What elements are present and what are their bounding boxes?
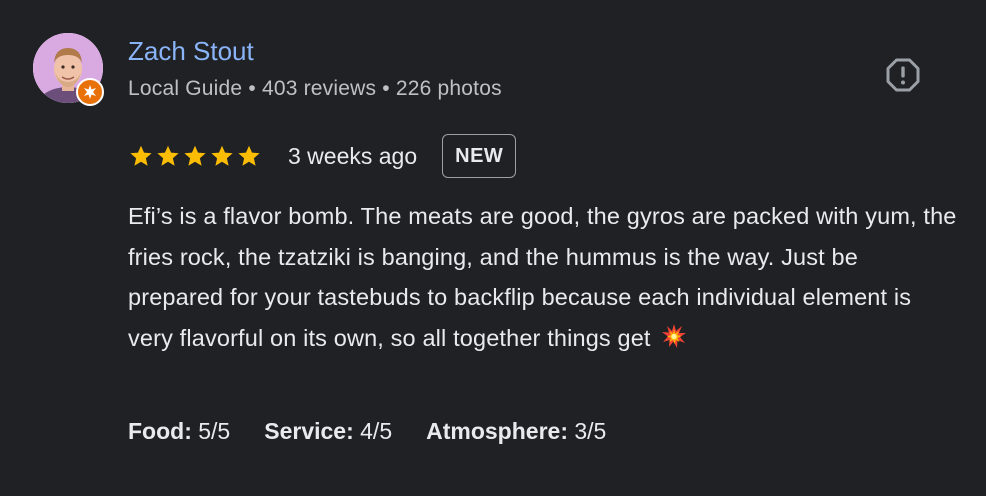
meta-separator: • (382, 77, 390, 100)
sub-rating-label: Food: (128, 418, 192, 444)
sub-ratings: Food: 5/5 Service: 4/5 Atmosphere: 3/5 (128, 418, 640, 445)
review-time: 3 weeks ago (288, 142, 418, 169)
sub-rating-item: Service: 4/5 (264, 418, 392, 445)
reviewer-meta: Local Guide • 403 reviews • 226 photos (128, 77, 502, 101)
collision-emoji-icon (661, 321, 687, 362)
reviewer-level: Local Guide (128, 77, 243, 100)
review-text: Efi’s is a flavor bomb. The meats are go… (128, 203, 957, 351)
star-icon (238, 145, 260, 166)
meta-separator: • (248, 77, 256, 100)
reviews-count: 403 reviews (261, 77, 377, 100)
sub-rating-value: 5/5 (198, 418, 231, 444)
rating-row: 3 weeks ago NEW (128, 133, 517, 179)
star-icon (157, 145, 179, 166)
star-icon (184, 145, 206, 166)
sub-rating-label: Atmosphere: (426, 418, 568, 444)
sub-rating-item: Atmosphere: 3/5 (426, 418, 606, 445)
sub-rating-item: Food: 5/5 (128, 418, 230, 445)
reviewer-name[interactable]: Zach Stout (128, 36, 254, 67)
star-rating (128, 143, 262, 169)
photos-count: 226 photos (395, 77, 502, 100)
local-guide-star-icon (76, 78, 104, 106)
report-flag-icon[interactable] (884, 56, 922, 94)
new-badge: NEW (442, 134, 517, 178)
star-icon (211, 145, 233, 166)
sub-rating-value: 3/5 (574, 418, 607, 444)
star-icon (130, 145, 152, 166)
review-text-block: Efi’s is a flavor bomb. The meats are go… (128, 196, 958, 361)
sub-rating-value: 4/5 (360, 418, 393, 444)
sub-rating-label: Service: (264, 418, 354, 444)
